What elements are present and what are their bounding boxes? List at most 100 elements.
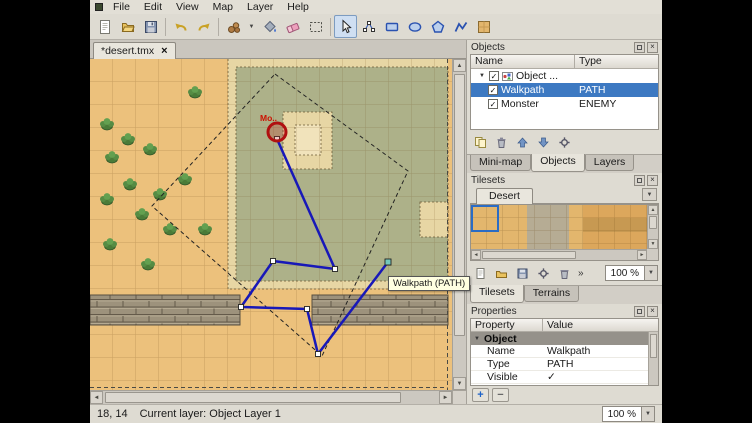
- properties-header[interactable]: Property Value: [471, 319, 658, 332]
- scroll-up-arrow[interactable]: ▲: [648, 205, 658, 215]
- menu-edit[interactable]: Edit: [137, 0, 169, 14]
- scroll-left-arrow[interactable]: ◄: [471, 250, 481, 260]
- objects-tree-header[interactable]: Name Type: [471, 55, 658, 69]
- duplicate-objects-button[interactable]: [471, 133, 490, 152]
- map-horizontal-scrollbar[interactable]: ◄ ►: [90, 390, 452, 404]
- bucket-fill-button[interactable]: [258, 15, 281, 38]
- open-map-button[interactable]: [116, 15, 139, 38]
- properties-dock-float-button[interactable]: [634, 306, 645, 317]
- horizontal-scroll-thumb[interactable]: [105, 392, 401, 403]
- tileset-properties-button[interactable]: [534, 264, 553, 283]
- tileset-vertical-scrollbar[interactable]: ▲ ▼: [647, 205, 658, 249]
- tileset-zoom-combo[interactable]: 100 % ▼: [605, 265, 658, 281]
- tileset-vscroll-thumb[interactable]: [649, 216, 657, 229]
- lower-objects-button[interactable]: [534, 133, 553, 152]
- object-group-checkbox[interactable]: ✓: [489, 71, 499, 81]
- save-map-button[interactable]: [139, 15, 162, 38]
- properties-dock-close-button[interactable]: ×: [647, 306, 658, 317]
- new-map-button[interactable]: [93, 15, 116, 38]
- edit-polygons-button[interactable]: [357, 15, 380, 38]
- scroll-right-arrow[interactable]: ►: [637, 250, 647, 260]
- tab-desert-tmx[interactable]: *desert.tmx ×: [93, 42, 176, 59]
- insert-rectangle-button[interactable]: [380, 15, 403, 38]
- column-name[interactable]: Name: [471, 55, 575, 68]
- insert-tile-button[interactable]: [472, 15, 495, 38]
- eraser-button[interactable]: [281, 15, 304, 38]
- horizontal-scroll-track[interactable]: [103, 391, 439, 404]
- tab-desert-tileset[interactable]: Desert: [476, 188, 533, 204]
- remove-property-button[interactable]: −: [492, 388, 509, 402]
- undo-button[interactable]: [169, 15, 192, 38]
- select-objects-button[interactable]: [334, 15, 357, 38]
- tab-layers[interactable]: Layers: [585, 155, 635, 171]
- insert-ellipse-button[interactable]: [403, 15, 426, 38]
- object-row-monster[interactable]: ✓ Monster ENEMY: [471, 97, 658, 111]
- tab-objects[interactable]: Objects: [531, 154, 585, 172]
- menu-layer[interactable]: Layer: [240, 0, 280, 14]
- menu-file[interactable]: File: [106, 0, 137, 14]
- remove-tileset-button[interactable]: [555, 264, 574, 283]
- rectangular-select-button[interactable]: [304, 15, 327, 38]
- property-group-object[interactable]: ▼ Object: [471, 332, 658, 345]
- map-vertical-scrollbar[interactable]: ▲ ▼: [452, 59, 466, 390]
- tab-mini-map[interactable]: Mini-map: [470, 155, 531, 171]
- property-name-value[interactable]: Walkpath: [543, 345, 658, 357]
- monster-object-marker[interactable]: [268, 123, 286, 141]
- scroll-left-arrow[interactable]: ◄: [90, 391, 103, 404]
- menu-help[interactable]: Help: [280, 0, 316, 14]
- selected-vertex-handle[interactable]: [385, 259, 391, 265]
- stamp-brush-button[interactable]: [222, 15, 245, 38]
- scroll-up-arrow[interactable]: ▲: [453, 59, 466, 72]
- add-property-button[interactable]: +: [472, 388, 489, 402]
- insert-polygon-button[interactable]: [426, 15, 449, 38]
- column-property[interactable]: Property: [471, 319, 543, 331]
- tileset-image[interactable]: [471, 205, 647, 249]
- map-canvas[interactable]: Mo..: [90, 59, 452, 390]
- tileset-list-dropdown[interactable]: ▼: [642, 188, 657, 201]
- export-tileset-button[interactable]: [513, 264, 532, 283]
- scroll-right-arrow[interactable]: ►: [439, 391, 452, 404]
- objects-dock-float-button[interactable]: [634, 42, 645, 53]
- expander-icon[interactable]: ▼: [473, 336, 481, 342]
- tab-terrains[interactable]: Terrains: [524, 286, 579, 302]
- menu-view[interactable]: View: [169, 0, 206, 14]
- object-properties-button[interactable]: [555, 133, 574, 152]
- tab-tilesets[interactable]: Tilesets: [470, 285, 524, 303]
- objects-dock-close-button[interactable]: ×: [647, 42, 658, 53]
- menu-map[interactable]: Map: [206, 0, 240, 14]
- monster-checkbox[interactable]: ✓: [488, 99, 498, 109]
- toolbar-overflow-icon[interactable]: »: [576, 268, 586, 279]
- column-value[interactable]: Value: [543, 319, 658, 331]
- tilesets-dock-close-button[interactable]: ×: [647, 175, 658, 186]
- column-type[interactable]: Type: [575, 55, 658, 68]
- dropdown-arrow-icon[interactable]: ▼: [644, 266, 657, 280]
- properties-scrollbar[interactable]: [648, 332, 658, 385]
- property-type-value[interactable]: PATH: [543, 358, 658, 370]
- dropdown-arrow-icon[interactable]: ▼: [641, 407, 654, 421]
- stamp-options-button[interactable]: ▼: [245, 15, 258, 38]
- property-visible-checkbox[interactable]: ✓: [543, 371, 658, 383]
- scroll-down-arrow[interactable]: ▼: [648, 239, 658, 249]
- tab-close-icon[interactable]: ×: [161, 46, 167, 56]
- scroll-down-arrow[interactable]: ▼: [453, 377, 466, 390]
- tilesets-dock-float-button[interactable]: [634, 175, 645, 186]
- expander-icon[interactable]: ▼: [478, 73, 486, 79]
- tileset-horizontal-scrollbar[interactable]: ◄ ►: [471, 249, 647, 260]
- property-row-visible[interactable]: Visible ✓: [471, 371, 658, 384]
- tileset-hscroll-thumb[interactable]: [482, 251, 576, 259]
- walkpath-checkbox[interactable]: ✓: [488, 85, 498, 95]
- property-row-name[interactable]: Name Walkpath: [471, 345, 658, 358]
- import-tileset-button[interactable]: [492, 264, 511, 283]
- object-group-row[interactable]: ▼ ✓ Object ...: [471, 69, 658, 83]
- insert-polyline-button[interactable]: [449, 15, 472, 38]
- new-tileset-button[interactable]: [471, 264, 490, 283]
- zoom-combo[interactable]: 100 % ▼: [602, 406, 655, 422]
- raise-objects-button[interactable]: [513, 133, 532, 152]
- object-row-walkpath[interactable]: ✓ Walkpath PATH: [471, 83, 658, 97]
- redo-button[interactable]: [192, 15, 215, 38]
- tileset-view[interactable]: ▲ ▼ ◄ ►: [470, 204, 659, 261]
- vertical-scroll-track[interactable]: [453, 72, 466, 377]
- properties-scroll-thumb[interactable]: [650, 334, 657, 358]
- remove-objects-button[interactable]: [492, 133, 511, 152]
- vertical-scroll-thumb[interactable]: [454, 74, 465, 336]
